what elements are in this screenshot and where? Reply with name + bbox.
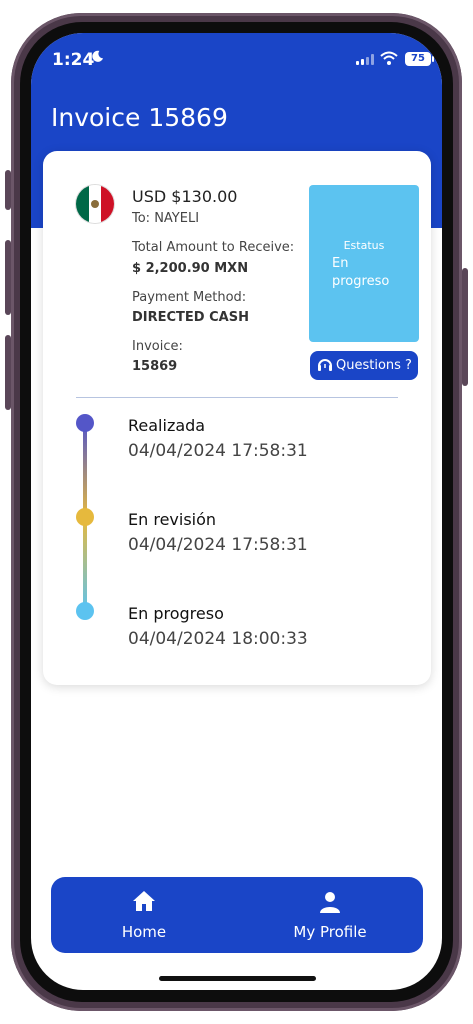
invoice-label: Invoice: <box>132 339 183 354</box>
bottom-navigation: Home My Profile <box>51 877 423 953</box>
headset-icon <box>318 359 332 371</box>
timeline-step-name: En progreso <box>128 604 224 623</box>
phone-side-button <box>5 170 11 210</box>
questions-label: Questions ? <box>336 358 412 373</box>
phone-side-button <box>5 240 11 315</box>
nav-my-profile[interactable]: My Profile <box>283 877 377 953</box>
status-value: En progreso <box>332 256 390 289</box>
home-icon <box>133 891 155 911</box>
home-indicator <box>159 976 316 981</box>
nav-home[interactable]: Home <box>97 877 191 953</box>
invoice-number: 15869 <box>132 359 178 374</box>
wifi-icon <box>380 51 398 65</box>
timeline-step-date: 04/04/2024 17:58:31 <box>128 535 308 555</box>
recipient: To: NAYELI <box>132 211 200 226</box>
person-icon <box>320 892 340 913</box>
payment-method-value: DIRECTED CASH <box>132 310 249 325</box>
timeline-step-date: 04/04/2024 17:58:31 <box>128 441 308 461</box>
page-title: Invoice 15869 <box>51 103 228 132</box>
phone-side-button <box>462 268 468 386</box>
divider <box>76 397 398 398</box>
status-bar: 1:24 75 <box>31 33 442 88</box>
total-value: $ 2,200.90 MXN <box>132 261 249 276</box>
total-label: Total Amount to Receive: <box>132 240 295 255</box>
timeline-step-name: En revisión <box>128 510 217 529</box>
timeline-step-date: 04/04/2024 18:00:33 <box>128 629 308 649</box>
screen: 1:24 75 Invoice 15869 USD $130.00 To: NA… <box>31 33 442 990</box>
phone-side-button <box>5 335 11 410</box>
status-time: 1:24 <box>52 50 95 70</box>
questions-button[interactable]: Questions ? <box>310 351 418 380</box>
mexico-flag-icon <box>76 185 114 223</box>
invoice-card: USD $130.00 To: NAYELI Total Amount to R… <box>43 151 431 685</box>
status-box: Estatus En progreso <box>309 185 419 342</box>
battery-icon: 75 <box>405 52 434 66</box>
payment-method-label: Payment Method: <box>132 290 247 305</box>
timeline-dot-en-progreso <box>76 602 94 620</box>
invoice-amount: USD $130.00 <box>132 187 238 206</box>
timeline-dot-realizada <box>76 414 94 432</box>
timeline-step-name: Realizada <box>128 416 206 435</box>
timeline-dot-en-revision <box>76 508 94 526</box>
nav-home-label: Home <box>121 923 167 941</box>
nav-my-profile-label: My Profile <box>293 923 367 941</box>
moon-icon <box>92 50 104 62</box>
status-title: Estatus <box>343 239 385 252</box>
